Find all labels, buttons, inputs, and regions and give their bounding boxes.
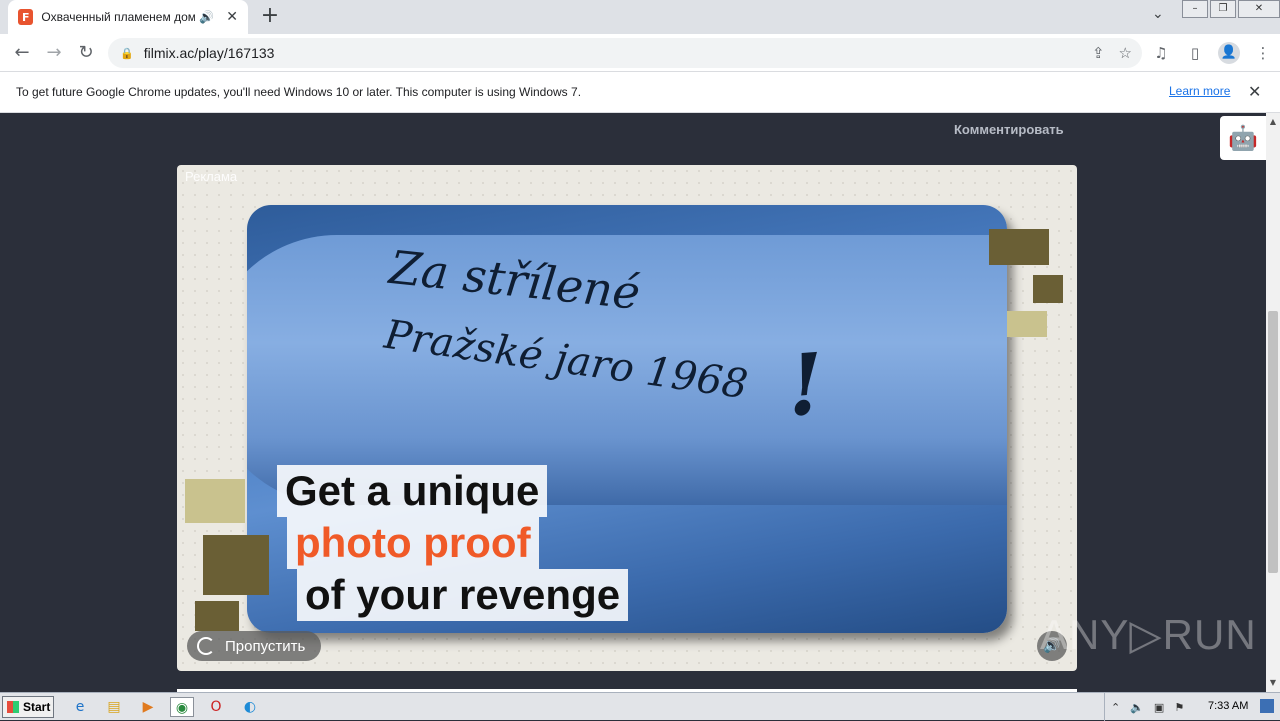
share-icon[interactable]: ⇪ <box>1092 44 1105 62</box>
windows-flag-icon <box>7 701 19 713</box>
system-tray: ⌃ 🔈 ▣ ⚑ <box>1104 693 1280 721</box>
browser-tab[interactable]: F Охваченный пламенем дом Мо 🔊 ✕ <box>8 0 248 34</box>
infobar-message: To get future Google Chrome updates, you… <box>16 85 582 99</box>
page-scrollbar[interactable]: ▲ ▼ <box>1266 113 1280 692</box>
edge-icon[interactable]: ◐ <box>238 697 262 717</box>
start-label: Start <box>23 700 51 714</box>
tab-strip: F Охваченный пламенем дом Мо 🔊 ✕ + ⌄ – ❐… <box>0 0 1280 34</box>
media-player-icon[interactable]: ▶ <box>136 697 160 717</box>
action-center-flag-icon[interactable]: ⚑ <box>1174 701 1184 714</box>
pixel-decoration <box>185 479 245 523</box>
comment-link[interactable]: Комментировать <box>954 122 1064 137</box>
side-panel-icon[interactable]: ▯ <box>1184 42 1206 64</box>
scroll-thumb[interactable] <box>1268 311 1278 573</box>
taskbar-clock[interactable]: 7:33 AM <box>1208 700 1248 712</box>
internet-explorer-icon[interactable]: e <box>68 697 92 717</box>
video-player[interactable]: Za střílené Pražské jaro 1968 ! Get a un… <box>177 165 1077 671</box>
android-icon: 🤖 <box>1228 124 1258 152</box>
windows-taskbar: Start e ▤ ▶ ◉ O ◐ ⌃ 🔈 ▣ ⚑ 7:33 AM <box>0 692 1280 721</box>
network-tray-icon[interactable]: ▣ <box>1154 701 1164 714</box>
pinned-apps: e ▤ ▶ ◉ O ◐ <box>68 697 262 717</box>
show-desktop-button[interactable] <box>1260 699 1274 713</box>
media-control-icon[interactable]: ♫ <box>1150 42 1172 64</box>
minimize-button[interactable]: – <box>1182 0 1208 18</box>
android-app-button[interactable]: 🤖 <box>1220 116 1266 160</box>
headline-line-2: photo proof <box>287 517 539 569</box>
new-tab-button[interactable]: + <box>258 4 282 28</box>
headline-line-3: of your revenge <box>297 569 629 621</box>
pixel-decoration <box>1007 311 1047 337</box>
lock-icon[interactable]: 🔒 <box>120 47 134 60</box>
page-content: Комментировать Za střílené Pražské jaro … <box>0 113 1266 692</box>
anyrun-watermark: ANY▷RUN <box>1040 611 1257 658</box>
chrome-icon[interactable]: ◉ <box>170 697 194 717</box>
pixel-decoration <box>195 601 239 631</box>
bookmark-star-icon[interactable]: ☆ <box>1119 44 1132 62</box>
scroll-down-arrow-icon[interactable]: ▼ <box>1266 676 1280 690</box>
photo-handwriting-exclamation: ! <box>783 333 828 436</box>
pixel-decoration <box>989 229 1049 265</box>
tab-title: Охваченный пламенем дом Мо <box>41 10 196 24</box>
window-controls: – ❐ ✕ <box>1182 0 1280 18</box>
reload-icon[interactable]: ↻ <box>74 41 98 65</box>
tray-expand-icon[interactable]: ⌃ <box>1111 701 1120 714</box>
profile-avatar-icon[interactable]: 👤 <box>1218 42 1240 64</box>
address-bar[interactable]: 🔒 filmix.ac/play/167133 ⇪ ☆ <box>108 38 1142 68</box>
url-text[interactable]: filmix.ac/play/167133 <box>144 45 275 61</box>
ad-label: Реклама <box>185 169 238 184</box>
filmix-favicon-icon: F <box>18 9 34 25</box>
start-button[interactable]: Start <box>2 696 54 718</box>
headline-line-1: Get a unique <box>277 465 548 517</box>
opera-icon[interactable]: O <box>204 697 228 717</box>
loading-spinner-icon <box>197 637 215 655</box>
skip-ad-label: Пропустить <box>225 637 306 655</box>
update-infobar: To get future Google Chrome updates, you… <box>0 72 1280 113</box>
pixel-decoration <box>203 535 269 595</box>
file-explorer-icon[interactable]: ▤ <box>102 697 126 717</box>
menu-kebab-icon[interactable]: ⋮ <box>1252 42 1274 64</box>
scroll-up-arrow-icon[interactable]: ▲ <box>1266 115 1280 129</box>
speaker-icon[interactable]: 🔊 <box>199 10 214 24</box>
ad-headline: Get a unique photo proof of your revenge <box>277 465 629 621</box>
forward-arrow-icon[interactable]: → <box>42 41 66 65</box>
infobar-close-icon[interactable]: ✕ <box>1248 82 1261 101</box>
restore-button[interactable]: ❐ <box>1210 0 1236 18</box>
volume-tray-icon[interactable]: 🔈 <box>1130 701 1144 714</box>
back-arrow-icon[interactable]: ← <box>10 41 34 65</box>
pixel-decoration <box>1033 275 1063 303</box>
learn-more-link[interactable]: Learn more <box>1169 84 1230 98</box>
close-window-button[interactable]: ✕ <box>1238 0 1280 18</box>
browser-toolbar: ← → ↻ 🔒 filmix.ac/play/167133 ⇪ ☆ ♫ ▯ 👤 … <box>0 34 1280 72</box>
close-tab-icon[interactable]: ✕ <box>226 9 238 25</box>
skip-ad-button[interactable]: Пропустить <box>187 631 322 661</box>
tab-search-chevron-icon[interactable]: ⌄ <box>1152 6 1164 22</box>
